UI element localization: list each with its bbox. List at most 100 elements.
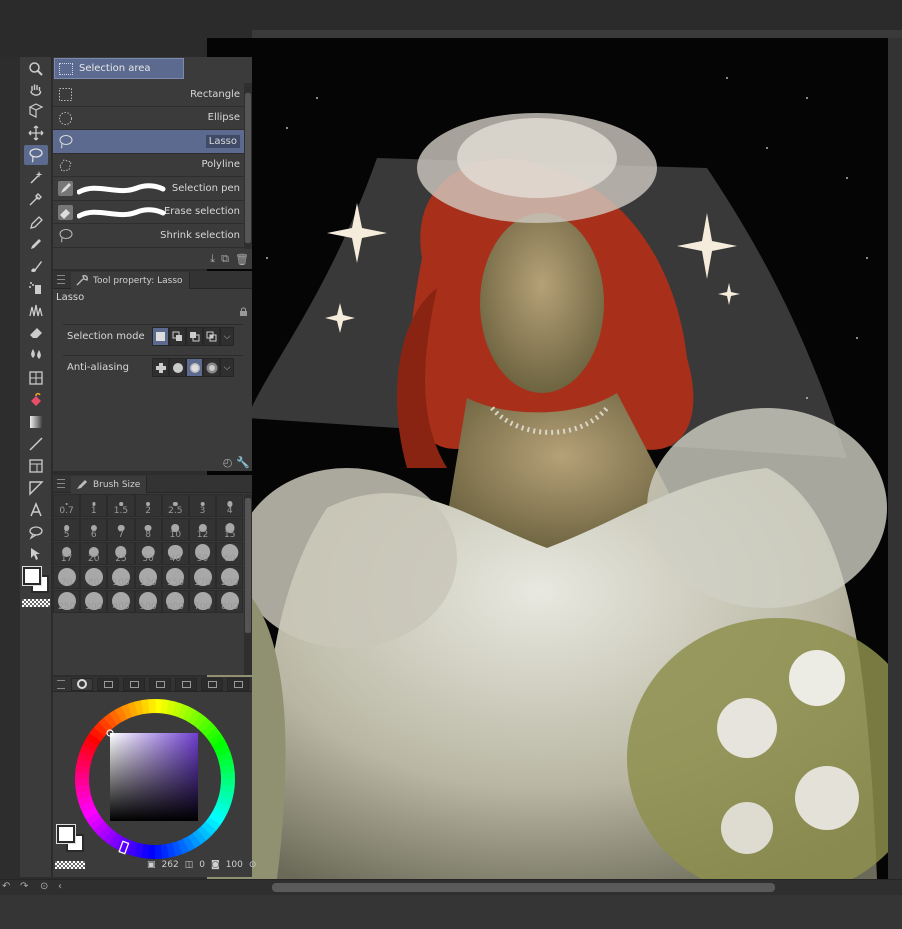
subtract-selection-button[interactable] [186, 327, 203, 346]
airbrush-tool-button[interactable] [24, 278, 48, 298]
text-tool-button[interactable] [24, 500, 48, 520]
brush-size-cell[interactable]: 8 [134, 518, 162, 541]
brush-size-cell[interactable]: 400 [107, 590, 135, 613]
scrollbar-thumb[interactable] [245, 498, 251, 633]
brush-size-cell[interactable]: 10 [161, 518, 189, 541]
subtool-item-lasso[interactable]: Lasso [53, 130, 244, 154]
frame-border-tool-button[interactable] [24, 456, 48, 476]
brush-size-cell[interactable]: 120 [134, 566, 162, 589]
selection-tool-button[interactable] [24, 145, 48, 165]
drawing-canvas[interactable] [207, 38, 888, 879]
object-tool-button[interactable] [24, 101, 48, 121]
brush-size-cell[interactable]: 170 [188, 566, 217, 589]
anti-aliasing-dropdown[interactable]: ⌵ [220, 358, 234, 377]
redo-icon[interactable]: ↷ [20, 882, 30, 892]
zoom-tool-button[interactable] [24, 59, 48, 79]
tab-color-set[interactable] [123, 677, 145, 691]
line-tool-button[interactable] [24, 434, 48, 454]
intersect-selection-button[interactable] [203, 327, 220, 346]
panel-menu-icon[interactable] [57, 479, 65, 488]
brush-size-cell[interactable]: 15 [216, 518, 244, 541]
brush-size-cell[interactable]: 5 [53, 518, 81, 541]
chevron-left-icon[interactable]: ‹ [58, 882, 68, 892]
brush-size-cell[interactable]: 20 [80, 542, 108, 565]
brush-size-cell[interactable]: 3 [188, 494, 217, 517]
selection-mode-dropdown[interactable]: ⌵ [220, 327, 234, 346]
subtool-item-shrink-selection[interactable]: Shrink selection [53, 224, 244, 248]
foreground-color-swatch[interactable] [56, 824, 76, 844]
subtool-item-erase-selection[interactable]: Erase selection [53, 201, 244, 224]
duplicate-icon[interactable]: ⧉ [221, 252, 229, 266]
aa-strong-button[interactable] [203, 358, 220, 377]
figure-tool-button[interactable] [24, 368, 48, 388]
brush-size-cell[interactable]: 0.7 [53, 494, 81, 517]
brush-size-cell[interactable]: 80 [80, 566, 108, 589]
subtool-item-polyline[interactable]: Polyline [53, 154, 244, 177]
undo-icon[interactable]: ↶ [2, 882, 12, 892]
rotate-reset-icon[interactable]: ⊙ [40, 882, 50, 892]
brush-size-cell[interactable]: 600 [161, 590, 189, 613]
brush-size-cell[interactable]: 60 [216, 542, 244, 565]
brush-size-tab[interactable]: Brush Size [71, 476, 148, 493]
brush-tool-button[interactable] [24, 256, 48, 276]
subtool-item-rectangle[interactable]: Rectangle [53, 83, 244, 107]
brush-size-cell[interactable]: 300 [80, 590, 108, 613]
brush-size-cell[interactable]: 6 [80, 518, 108, 541]
pen-tool-button[interactable] [24, 213, 48, 233]
transparent-color-swatch[interactable] [22, 599, 50, 607]
add-selection-button[interactable] [169, 327, 186, 346]
aa-none-button[interactable] [152, 358, 169, 377]
color-wheel[interactable] [72, 696, 238, 862]
trash-icon[interactable]: 🗑 [235, 253, 249, 266]
eyedropper-tool-button[interactable] [24, 189, 48, 209]
brush-size-cell[interactable]: 25 [107, 542, 135, 565]
brush-size-cell[interactable]: 50 [188, 542, 217, 565]
brush-size-cell[interactable]: 30 [134, 542, 162, 565]
pencil-tool-button[interactable] [24, 234, 48, 254]
tab-color-history[interactable] [201, 677, 223, 691]
aa-weak-button[interactable] [169, 358, 186, 377]
tab-approximate-color[interactable] [175, 677, 197, 691]
foreground-color-swatch[interactable] [22, 566, 42, 586]
brush-size-cell[interactable]: 7 [107, 518, 135, 541]
tab-sub-view[interactable] [227, 677, 249, 691]
canvas-vertical-scrollbar[interactable] [888, 38, 902, 879]
brush-size-cell[interactable]: 500 [134, 590, 162, 613]
brush-size-cell[interactable]: 40 [161, 542, 189, 565]
aa-medium-button[interactable] [186, 358, 203, 377]
download-icon[interactable]: ⤓ [210, 252, 215, 266]
brush-size-cell[interactable]: 2.5 [161, 494, 189, 517]
brush-size-cell[interactable]: 100 [107, 566, 135, 589]
brush-size-cell[interactable]: 4 [216, 494, 244, 517]
tab-intermediate-color[interactable] [149, 677, 171, 691]
gradient-tool-button[interactable] [24, 412, 48, 432]
hand-tool-button[interactable] [24, 80, 48, 100]
brush-size-cell[interactable]: 200 [216, 566, 244, 589]
reset-icon[interactable]: ◴ [223, 456, 233, 469]
move-tool-button[interactable] [24, 123, 48, 143]
hue-ring-segment[interactable] [154, 844, 162, 859]
balloon-tool-button[interactable] [24, 522, 48, 542]
ruler-tool-button[interactable] [24, 478, 48, 498]
brush-size-cell[interactable]: 17 [53, 542, 81, 565]
toolbar-color-swatches[interactable] [22, 565, 50, 607]
brush-size-cell[interactable]: 12 [188, 518, 217, 541]
brush-size-scrollbar[interactable] [244, 494, 252, 675]
subtool-group-tab[interactable]: Selection area [54, 58, 184, 79]
panel-menu-icon[interactable] [57, 275, 65, 284]
new-selection-button[interactable] [152, 327, 169, 346]
correct-line-tool-button[interactable] [24, 544, 48, 564]
tab-color-slider[interactable] [97, 677, 119, 691]
blend-tool-button[interactable] [24, 344, 48, 364]
scrollbar-thumb[interactable] [245, 93, 251, 243]
settings-wrench-icon[interactable]: 🔧 [236, 456, 250, 469]
panel-menu-icon[interactable] [57, 680, 65, 689]
subtool-item-ellipse[interactable]: Ellipse [53, 107, 244, 130]
tab-color-wheel[interactable] [71, 677, 93, 691]
color-space-toggle-icon[interactable]: ⊙ [249, 860, 257, 870]
hue-ring-segment[interactable] [75, 778, 90, 786]
brush-size-cell[interactable]: 800 [216, 590, 244, 613]
brush-size-cell[interactable]: 70 [53, 566, 81, 589]
fill-tool-button[interactable] [24, 390, 48, 410]
auto-select-tool-button[interactable] [24, 167, 48, 187]
